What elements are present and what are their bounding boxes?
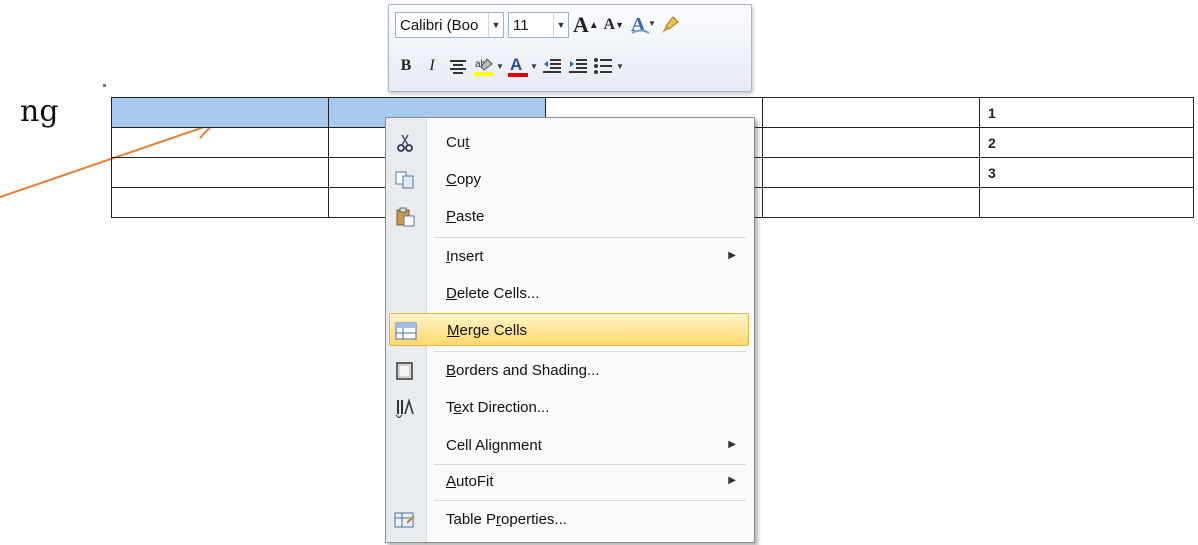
borders-icon bbox=[394, 360, 416, 382]
context-menu: Cut Copy Paste Insert ▶ Delete Cells... … bbox=[385, 117, 755, 543]
font-size-combo[interactable]: 11 ▼ bbox=[508, 12, 569, 38]
menu-item-table-properties[interactable]: Table Properties... bbox=[386, 503, 754, 536]
table-move-handle[interactable] bbox=[103, 84, 106, 87]
table-cell[interactable] bbox=[762, 97, 980, 128]
table-cell[interactable] bbox=[762, 187, 980, 218]
shrink-font-button[interactable]: A ▼ bbox=[603, 12, 625, 38]
svg-text:A: A bbox=[510, 55, 522, 74]
table-cell[interactable]: 3 bbox=[979, 157, 1194, 188]
font-name-value: Calibri (Boo bbox=[400, 16, 479, 34]
merge-cells-icon bbox=[395, 320, 417, 342]
menu-item-label: Paste bbox=[446, 208, 485, 225]
submenu-arrow-icon: ▶ bbox=[728, 475, 736, 486]
grow-font-button[interactable]: A ▲ bbox=[573, 12, 599, 38]
menu-item-merge-cells[interactable]: Merge Cells bbox=[389, 313, 749, 346]
chevron-down-icon[interactable]: ▼ bbox=[553, 13, 568, 37]
italic-icon: I bbox=[429, 57, 435, 74]
menu-separator bbox=[434, 351, 746, 352]
highlight-icon: ab ▼ bbox=[474, 58, 503, 76]
table-cell[interactable] bbox=[111, 187, 329, 218]
format-painter-icon bbox=[661, 16, 679, 33]
submenu-arrow-icon: ▶ bbox=[728, 439, 736, 450]
menu-item-copy[interactable]: Copy bbox=[386, 163, 754, 196]
table-cell[interactable] bbox=[111, 127, 329, 158]
paste-icon bbox=[394, 206, 416, 228]
font-color-icon: A ▼ bbox=[508, 55, 537, 77]
format-painter-button[interactable] bbox=[659, 12, 681, 38]
text-direction-icon bbox=[394, 397, 416, 419]
table-cell[interactable]: 2 bbox=[979, 127, 1194, 158]
menu-item-label: Text Direction... bbox=[446, 399, 550, 416]
decrease-indent-button[interactable] bbox=[541, 53, 563, 79]
table-cell[interactable] bbox=[762, 157, 980, 188]
highlight-button[interactable]: ab ▼ bbox=[473, 53, 503, 79]
menu-item-label: Delete Cells... bbox=[446, 285, 540, 302]
font-name-combo[interactable]: Calibri (Boo ▼ bbox=[395, 12, 504, 38]
menu-item-label: Insert bbox=[446, 248, 484, 265]
table-cell[interactable]: 1 bbox=[979, 97, 1194, 128]
decrease-indent-icon bbox=[543, 59, 561, 73]
table-properties-icon bbox=[394, 509, 416, 531]
menu-separator bbox=[434, 237, 746, 238]
svg-text:▼: ▼ bbox=[530, 62, 537, 71]
increase-indent-button[interactable] bbox=[567, 53, 589, 79]
chevron-down-icon[interactable]: ▼ bbox=[488, 13, 503, 37]
menu-item-label: AutoFit bbox=[446, 473, 494, 490]
menu-item-label: Cut bbox=[446, 134, 470, 151]
menu-item-borders-and-shading[interactable]: Borders and Shading... bbox=[386, 354, 754, 387]
bold-button[interactable]: B bbox=[395, 53, 417, 79]
menu-item-cut[interactable]: Cut bbox=[386, 126, 754, 159]
svg-text:▼: ▼ bbox=[616, 62, 623, 71]
table-cell-selected[interactable] bbox=[111, 97, 329, 128]
font-color-button[interactable]: A ▼ bbox=[507, 53, 537, 79]
submenu-arrow-icon: ▶ bbox=[728, 250, 736, 261]
table-cell[interactable] bbox=[111, 157, 329, 188]
styles-button[interactable]: A ▼ bbox=[629, 12, 655, 38]
font-size-value: 11 bbox=[513, 16, 529, 34]
italic-button[interactable]: I bbox=[421, 53, 443, 79]
menu-item-label: Borders and Shading... bbox=[446, 362, 600, 379]
table-cell[interactable] bbox=[979, 187, 1194, 218]
menu-item-label: Cell Alignment bbox=[446, 437, 542, 454]
bold-icon: B bbox=[400, 57, 412, 74]
copy-icon bbox=[394, 169, 416, 191]
menu-item-cell-alignment[interactable]: Cell Alignment ▶ bbox=[386, 429, 754, 462]
scissors-icon bbox=[394, 132, 416, 154]
svg-text:▼: ▼ bbox=[648, 19, 655, 28]
styles-icon: A ▼ bbox=[631, 14, 655, 36]
side-text-fragment: ng bbox=[20, 94, 59, 129]
center-align-button[interactable] bbox=[447, 53, 469, 79]
menu-item-label: Copy bbox=[446, 171, 482, 188]
mini-formatting-toolbar: Calibri (Boo ▼ 11 ▼ A ▲ A ▼ A ▼ B I ab ▼… bbox=[388, 4, 752, 92]
shrink-font-icon: A bbox=[603, 16, 616, 33]
menu-item-paste[interactable]: Paste bbox=[386, 200, 754, 233]
svg-text:▼: ▼ bbox=[496, 62, 503, 71]
menu-item-label: Merge Cells bbox=[447, 322, 528, 339]
bullets-button[interactable]: ▼ bbox=[593, 53, 623, 79]
table-cell[interactable] bbox=[762, 127, 980, 158]
menu-separator bbox=[434, 500, 746, 501]
menu-item-insert[interactable]: Insert ▶ bbox=[386, 240, 754, 273]
grow-font-icon: A bbox=[573, 12, 589, 37]
menu-item-delete-cells[interactable]: Delete Cells... bbox=[386, 277, 754, 310]
menu-item-label: Table Properties... bbox=[446, 511, 567, 528]
menu-item-autofit[interactable]: AutoFit ▶ bbox=[386, 465, 754, 498]
menu-item-text-direction[interactable]: Text Direction... bbox=[386, 391, 754, 424]
increase-indent-icon bbox=[569, 59, 587, 73]
bullets-icon: ▼ bbox=[594, 58, 623, 74]
center-align-icon bbox=[450, 60, 466, 74]
